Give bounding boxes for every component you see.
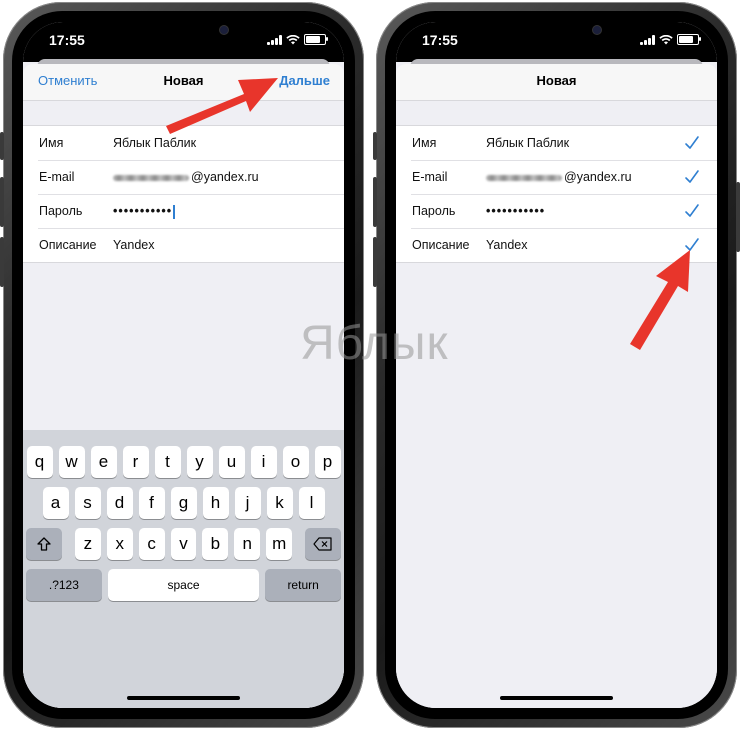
wifi-icon — [286, 34, 300, 44]
battery-icon — [304, 34, 328, 45]
key-s[interactable]: s — [74, 487, 101, 519]
numbers-key[interactable]: .?123 — [26, 569, 102, 601]
volume-up-button — [373, 177, 377, 227]
description-field[interactable]: Yandex — [113, 238, 154, 252]
key-y[interactable]: y — [186, 446, 213, 478]
volume-up-button — [0, 177, 4, 227]
keyboard-row-2: a s d f g h j k l — [23, 487, 344, 519]
description-row[interactable]: Описание Yandex — [23, 228, 344, 262]
notch — [476, 22, 637, 52]
keyboard-row-1: q w e r t y u i o p — [23, 446, 344, 478]
status-time: 17:55 — [422, 32, 458, 48]
battery-icon — [677, 34, 701, 45]
checkmark-icon — [685, 170, 699, 183]
password-label: Пароль — [39, 204, 83, 218]
home-indicator — [127, 696, 240, 700]
volume-down-button — [373, 237, 377, 287]
arrow-to-checkmark-icon — [630, 250, 690, 350]
blurred-username — [113, 174, 189, 181]
key-e[interactable]: e — [90, 446, 117, 478]
space-key[interactable]: space — [107, 569, 260, 601]
status-time: 17:55 — [49, 32, 85, 48]
mute-switch — [373, 132, 377, 160]
checkmark-icon — [685, 136, 699, 149]
notch — [103, 22, 264, 52]
key-h[interactable]: h — [202, 487, 229, 519]
key-a[interactable]: a — [42, 487, 69, 519]
email-row[interactable]: E-mail @yandex.ru — [23, 160, 344, 194]
key-v[interactable]: v — [170, 528, 197, 560]
email-value: @yandex.ru — [486, 170, 632, 184]
account-form: Имя Яблык Паблик E-mail @yandex.ru Парол… — [23, 125, 344, 263]
key-u[interactable]: u — [218, 446, 245, 478]
key-c[interactable]: c — [138, 528, 165, 560]
key-w[interactable]: w — [58, 446, 85, 478]
password-label: Пароль — [412, 204, 456, 218]
shift-key[interactable] — [26, 528, 62, 560]
key-r[interactable]: r — [122, 446, 149, 478]
wifi-icon — [659, 34, 673, 44]
text-cursor — [173, 204, 176, 219]
description-label: Описание — [412, 238, 470, 252]
checkmark-icon — [685, 204, 699, 217]
shift-icon — [37, 537, 51, 551]
home-indicator — [500, 696, 613, 700]
key-z[interactable]: z — [74, 528, 101, 560]
key-m[interactable]: m — [266, 528, 293, 560]
key-d[interactable]: d — [106, 487, 133, 519]
key-p[interactable]: p — [314, 446, 341, 478]
status-icons — [640, 34, 701, 45]
key-t[interactable]: t — [154, 446, 181, 478]
keyboard-row-4: .?123 space return — [23, 569, 344, 601]
description-value: Yandex — [486, 238, 528, 252]
nav-title: Новая — [536, 73, 577, 88]
password-row[interactable]: Пароль ••••••••••• — [23, 194, 344, 228]
email-row[interactable]: E-mail @yandex.ru — [396, 160, 717, 194]
key-l[interactable]: l — [298, 487, 325, 519]
name-label: Имя — [39, 136, 64, 150]
key-q[interactable]: q — [26, 446, 53, 478]
arrow-to-next-icon — [166, 78, 278, 134]
key-o[interactable]: o — [282, 446, 309, 478]
key-j[interactable]: j — [234, 487, 261, 519]
keyboard: q w e r t y u i o p a s d f g h j k l z … — [23, 430, 344, 708]
name-row[interactable]: Имя Яблык Паблик — [396, 126, 717, 160]
name-label: Имя — [412, 136, 437, 150]
blurred-username — [486, 174, 562, 181]
email-label: E-mail — [412, 170, 448, 184]
cellular-signal-icon — [267, 34, 282, 45]
email-domain: @yandex.ru — [564, 170, 632, 184]
key-k[interactable]: k — [266, 487, 293, 519]
status-icons — [267, 34, 328, 45]
key-i[interactable]: i — [250, 446, 277, 478]
new-account-sheet: Новая Имя Яблык Паблик E-mail @yandex.ru… — [396, 64, 717, 708]
volume-down-button — [0, 237, 4, 287]
email-field[interactable]: @yandex.ru — [113, 170, 259, 184]
nav-bar: Новая — [396, 64, 717, 101]
email-domain: @yandex.ru — [191, 170, 259, 184]
mute-switch — [0, 132, 4, 160]
key-n[interactable]: n — [234, 528, 261, 560]
camera — [220, 26, 228, 34]
name-field[interactable]: Яблык Паблик — [113, 136, 196, 150]
backspace-icon — [313, 537, 332, 551]
password-dots: ••••••••••• — [113, 204, 173, 218]
watermark: Яблык — [300, 317, 449, 370]
key-g[interactable]: g — [170, 487, 197, 519]
key-x[interactable]: x — [106, 528, 133, 560]
name-value: Яблык Паблик — [486, 136, 570, 150]
cellular-signal-icon — [640, 34, 655, 45]
key-f[interactable]: f — [138, 487, 165, 519]
return-key[interactable]: return — [265, 569, 341, 601]
camera — [593, 26, 601, 34]
delete-key[interactable] — [305, 528, 341, 560]
email-label: E-mail — [39, 170, 75, 184]
keyboard-row-3: z x c v b n m — [23, 528, 344, 560]
password-field[interactable]: ••••••••••• — [113, 204, 176, 219]
description-label: Описание — [39, 238, 97, 252]
key-b[interactable]: b — [202, 528, 229, 560]
password-value: ••••••••••• — [486, 204, 546, 218]
password-row[interactable]: Пароль ••••••••••• — [396, 194, 717, 228]
side-button — [736, 182, 740, 252]
